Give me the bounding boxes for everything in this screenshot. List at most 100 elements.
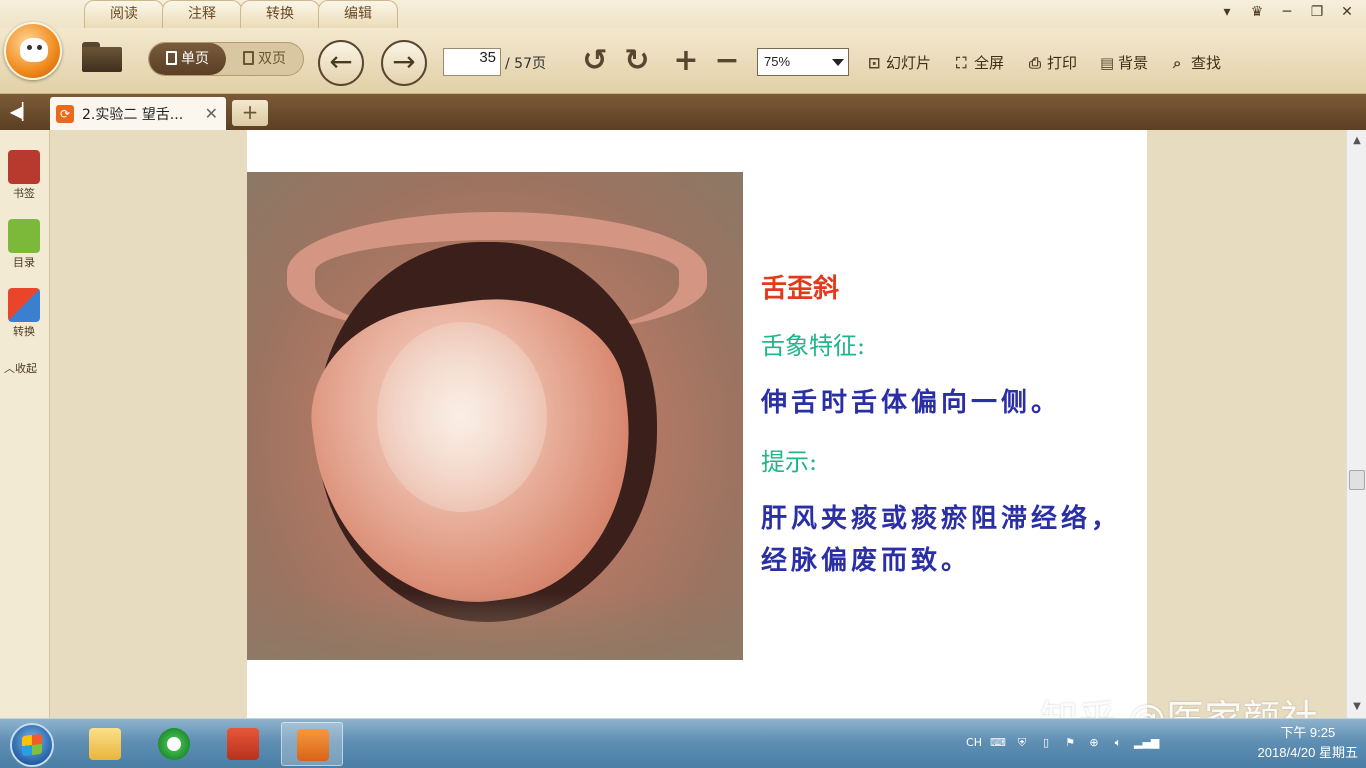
logo-mascot-icon xyxy=(20,38,48,62)
zoom-in-icon[interactable]: + xyxy=(670,46,702,78)
system-clock[interactable]: 下午 9:25 2018/4/20 星期五 xyxy=(1258,723,1358,763)
taskbar-browser[interactable] xyxy=(143,722,205,766)
pdf-file-icon: ⟳ xyxy=(56,104,74,123)
double-page-icon xyxy=(243,51,254,65)
folder-icon xyxy=(89,728,121,760)
dropdown-menu-icon[interactable]: ▾ xyxy=(1216,2,1238,22)
next-page-button[interactable]: → xyxy=(381,40,427,86)
new-tab-button[interactable]: + xyxy=(232,100,268,126)
chevron-up-icon: ︿ xyxy=(4,362,15,375)
feature-text: 伸舌时舌体偏向一侧。 xyxy=(761,388,1062,418)
hint-label: 提示: xyxy=(761,448,818,476)
menu-tabs: 阅读 注释 转换 编辑 xyxy=(84,0,398,28)
sidebar-item-convert[interactable]: 转换 xyxy=(0,288,48,339)
left-sidebar: 书签 目录 转换 ︿收起 xyxy=(0,130,50,718)
document-tab-title: 2.实验二 望舌... xyxy=(82,106,184,123)
background-button[interactable]: ▤ 背景 xyxy=(1100,52,1148,73)
network-signal-icon[interactable]: ▂▄▆ xyxy=(1134,733,1159,753)
taskbar-powerpoint[interactable] xyxy=(212,722,274,766)
system-tray: CH ⌨ ⛨ ▯ ⚑ ⊕ 🔈︎ ▂▄▆ xyxy=(966,733,1159,753)
search-icon: ⌕ xyxy=(1173,54,1182,72)
pdf-page: 舌歪斜 舌象特征: 伸舌时舌体偏向一侧。 提示: 肝风夹痰或痰瘀阻滞经络，经脉偏… xyxy=(247,130,1147,718)
open-folder-button[interactable] xyxy=(82,42,122,72)
feature-label: 舌象特征: xyxy=(761,332,866,360)
rotate-right-icon[interactable]: ↻ xyxy=(621,46,653,78)
browser-icon xyxy=(158,728,190,760)
restore-button[interactable]: ❐ xyxy=(1306,2,1328,22)
print-label: 打印 xyxy=(1047,54,1078,72)
usb-device-icon[interactable]: ▯ xyxy=(1038,733,1054,753)
clock-time: 下午 9:25 xyxy=(1280,725,1336,740)
find-button[interactable]: ⌕ 查找 xyxy=(1173,52,1221,73)
close-button[interactable]: ✕ xyxy=(1336,2,1358,22)
menu-tab-convert[interactable]: 转换 xyxy=(240,0,320,28)
zoom-select[interactable]: 75% xyxy=(757,48,849,76)
page-total: / 57页 xyxy=(505,56,546,72)
rotate-left-icon[interactable]: ↺ xyxy=(579,46,611,78)
sidebar-item-bookmark[interactable]: 书签 xyxy=(0,150,48,201)
background-label: 背景 xyxy=(1118,54,1149,72)
keyboard-icon[interactable]: ⌨ xyxy=(990,733,1006,753)
fullscreen-button[interactable]: ⛶ 全屏 xyxy=(956,52,1004,73)
hint-text: 肝风夹痰或痰瘀阻滞经络，经脉偏废而致。 xyxy=(761,504,1122,576)
clock-date: 2018/4/20 星期五 xyxy=(1257,745,1358,760)
page-view-toggle: 单页 双页 xyxy=(148,42,304,76)
menu-tab-annotate[interactable]: 注释 xyxy=(162,0,242,28)
toolbar: 单页 双页 ← → 35 / 57页 ↺ ↻ + − 75% ⊡ 幻灯片 ⛶ 全屏 … xyxy=(0,22,1366,94)
scroll-thumb[interactable] xyxy=(1349,470,1365,490)
print-button[interactable]: ⎙ 打印 xyxy=(1029,52,1077,73)
single-page-icon xyxy=(166,51,177,65)
pdf-reader-icon xyxy=(297,729,329,761)
double-page-label: 双页 xyxy=(258,51,286,67)
slideshow-icon: ⊡ xyxy=(868,54,881,72)
arrow-right-icon: → xyxy=(392,45,416,78)
minimize-button[interactable]: ─ xyxy=(1276,2,1298,22)
page-number-input[interactable]: 35 xyxy=(443,48,501,76)
previous-page-button[interactable]: ← xyxy=(318,40,364,86)
tongue-photo xyxy=(247,172,743,660)
close-tab-icon[interactable]: ✕ xyxy=(205,104,218,123)
sidebar-label-convert: 转换 xyxy=(13,325,35,338)
app-logo[interactable] xyxy=(4,22,62,80)
bookmark-icon xyxy=(8,150,40,184)
skin-icon[interactable]: ♛ xyxy=(1246,2,1268,22)
window-controls: ▾ ♛ ─ ❐ ✕ xyxy=(1216,2,1358,22)
taskbar-explorer[interactable] xyxy=(74,722,136,766)
document-tab-bar: ◀▏ ⟳ 2.实验二 望舌... ✕ + xyxy=(0,94,1366,130)
menu-tab-read[interactable]: 阅读 xyxy=(84,0,164,28)
sidebar-label-toc: 目录 xyxy=(13,256,35,269)
volume-icon[interactable]: 🔈︎ xyxy=(1110,733,1126,753)
windows-logo-icon xyxy=(22,733,42,757)
scroll-up-icon[interactable]: ▲ xyxy=(1347,132,1366,150)
start-button[interactable] xyxy=(10,723,54,767)
scroll-down-icon[interactable]: ▼ xyxy=(1347,698,1366,716)
fullscreen-icon: ⛶ xyxy=(956,54,967,72)
background-icon: ▤ xyxy=(1100,54,1115,72)
menu-bar: 阅读 注释 转换 编辑 ▾ ♛ ─ ❐ ✕ xyxy=(0,0,1366,28)
sidebar-label-bookmark: 书签 xyxy=(13,187,35,200)
slide-title: 舌歪斜 xyxy=(761,274,840,304)
double-page-button[interactable]: 双页 xyxy=(226,43,303,75)
zoom-out-icon[interactable]: − xyxy=(711,46,743,78)
document-tab[interactable]: ⟳ 2.实验二 望舌... ✕ xyxy=(50,97,226,130)
toc-icon xyxy=(8,219,40,253)
action-center-flag-icon[interactable]: ⚑ xyxy=(1062,733,1078,753)
sidebar-item-toc[interactable]: 目录 xyxy=(0,219,48,270)
single-page-label: 单页 xyxy=(181,51,209,67)
fullscreen-label: 全屏 xyxy=(974,54,1005,72)
shield-icon[interactable]: ⛨ xyxy=(1014,733,1030,753)
pdf-to-word-icon xyxy=(8,288,40,322)
collapse-sidebar-icon[interactable]: ◀▏ xyxy=(8,102,36,122)
find-label: 查找 xyxy=(1191,54,1222,72)
menu-tab-edit[interactable]: 编辑 xyxy=(318,0,398,28)
input-language[interactable]: CH xyxy=(966,733,982,753)
sidebar-collapse-button[interactable]: ︿收起 xyxy=(4,360,37,376)
arrow-left-icon: ← xyxy=(329,45,353,78)
taskbar-pdf-reader[interactable] xyxy=(281,722,343,766)
chevron-down-icon xyxy=(832,59,844,66)
document-viewport[interactable]: 舌歪斜 舌象特征: 伸舌时舌体偏向一侧。 提示: 肝风夹痰或痰瘀阻滞经络，经脉偏… xyxy=(50,130,1346,718)
vertical-scrollbar[interactable]: ▲ ▼ xyxy=(1346,130,1366,718)
slideshow-button[interactable]: ⊡ 幻灯片 xyxy=(868,52,931,73)
security-plus-icon[interactable]: ⊕ xyxy=(1086,733,1102,753)
single-page-button[interactable]: 单页 xyxy=(149,43,226,75)
